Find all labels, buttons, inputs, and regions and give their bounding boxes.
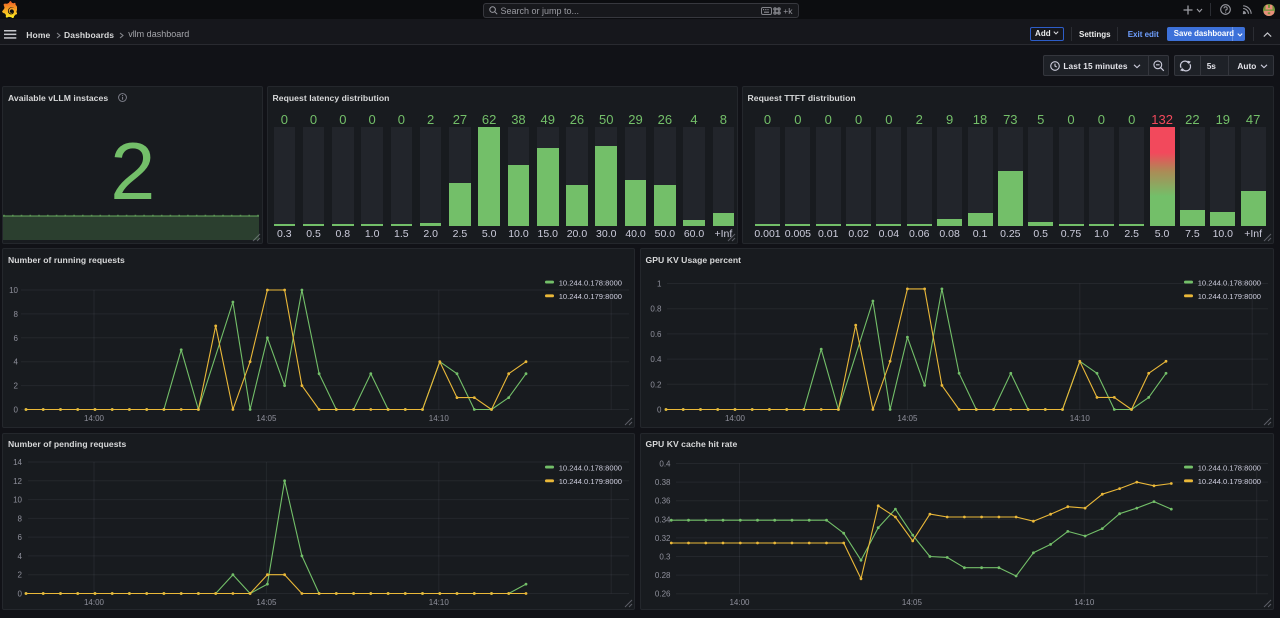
svg-text:10.244.0.179:8000: 10.244.0.179:8000 bbox=[1197, 477, 1260, 486]
svg-text:14:00: 14:00 bbox=[84, 598, 105, 607]
svg-text:14:00: 14:00 bbox=[84, 414, 105, 423]
svg-text:0: 0 bbox=[14, 406, 19, 415]
svg-text:10: 10 bbox=[13, 495, 22, 504]
svg-text:14:05: 14:05 bbox=[256, 414, 277, 423]
svg-text:14:05: 14:05 bbox=[256, 598, 277, 607]
svg-text:4: 4 bbox=[14, 358, 19, 367]
svg-text:14:10: 14:10 bbox=[429, 598, 450, 607]
svg-text:6: 6 bbox=[18, 533, 23, 542]
svg-text:6: 6 bbox=[14, 334, 19, 343]
svg-text:10.244.0.178:8000: 10.244.0.178:8000 bbox=[559, 463, 622, 472]
svg-text:14:00: 14:00 bbox=[729, 598, 750, 607]
svg-text:14:10: 14:10 bbox=[1069, 414, 1090, 423]
svg-text:14:10: 14:10 bbox=[1074, 598, 1095, 607]
svg-text:0.2: 0.2 bbox=[650, 380, 662, 389]
svg-text:0: 0 bbox=[657, 406, 662, 415]
svg-text:14: 14 bbox=[13, 458, 22, 467]
svg-text:10.244.0.179:8000: 10.244.0.179:8000 bbox=[559, 477, 622, 486]
svg-text:10.244.0.179:8000: 10.244.0.179:8000 bbox=[559, 292, 622, 301]
svg-text:14:05: 14:05 bbox=[901, 598, 922, 607]
svg-text:14:10: 14:10 bbox=[429, 414, 450, 423]
svg-text:0.4: 0.4 bbox=[650, 355, 662, 364]
svg-text:0.26: 0.26 bbox=[654, 589, 670, 598]
svg-text:10.244.0.178:8000: 10.244.0.178:8000 bbox=[1197, 463, 1260, 472]
svg-text:0.36: 0.36 bbox=[654, 496, 670, 505]
svg-text:10.244.0.178:8000: 10.244.0.178:8000 bbox=[559, 278, 622, 287]
svg-text:0.4: 0.4 bbox=[659, 459, 671, 468]
svg-text:0.28: 0.28 bbox=[654, 571, 670, 580]
svg-text:0.34: 0.34 bbox=[654, 515, 670, 524]
svg-text:2: 2 bbox=[14, 382, 19, 391]
svg-text:10: 10 bbox=[9, 286, 18, 295]
svg-text:8: 8 bbox=[18, 514, 23, 523]
svg-text:0.38: 0.38 bbox=[654, 478, 670, 487]
svg-text:14:00: 14:00 bbox=[724, 414, 745, 423]
svg-text:4: 4 bbox=[18, 551, 23, 560]
svg-text:0: 0 bbox=[18, 589, 23, 598]
svg-text:0.3: 0.3 bbox=[659, 552, 671, 561]
svg-text:8: 8 bbox=[14, 310, 19, 319]
svg-text:14:05: 14:05 bbox=[897, 414, 918, 423]
svg-text:0.8: 0.8 bbox=[650, 305, 662, 314]
svg-text:10.244.0.179:8000: 10.244.0.179:8000 bbox=[1197, 292, 1260, 301]
svg-text:0.6: 0.6 bbox=[650, 330, 662, 339]
svg-text:0.32: 0.32 bbox=[654, 533, 670, 542]
svg-text:12: 12 bbox=[13, 476, 22, 485]
svg-text:2: 2 bbox=[18, 570, 23, 579]
svg-text:10.244.0.178:8000: 10.244.0.178:8000 bbox=[1197, 278, 1260, 287]
svg-text:1: 1 bbox=[657, 280, 662, 289]
